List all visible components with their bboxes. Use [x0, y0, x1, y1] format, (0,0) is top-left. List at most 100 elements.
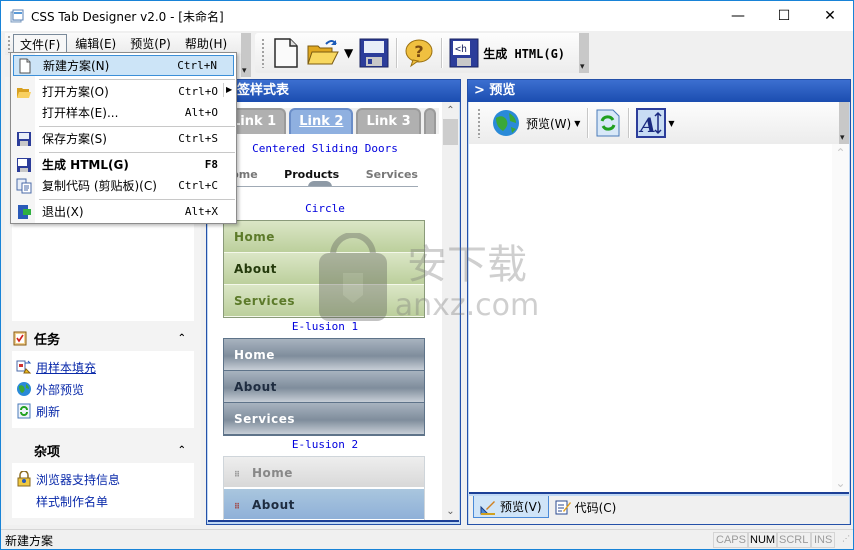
preview-scrollbar[interactable]: ⌃ ⌄ — [832, 144, 849, 492]
dropdown-arrow-icon[interactable]: ▼ — [668, 119, 674, 128]
num-indicator: NUM — [747, 532, 779, 548]
scroll-down-arrow-icon[interactable]: ⌄ — [442, 503, 459, 520]
style-gallery-scrollbar[interactable]: ⌃ ⌄ — [442, 102, 459, 520]
style-caption-elusion-2[interactable]: E-lusion 2 — [208, 438, 442, 451]
tasks-section-title: 任务 — [34, 332, 61, 348]
minimize-icon: — — [731, 8, 745, 24]
stack-item: Services — [224, 403, 424, 435]
menu-item-open-project[interactable]: 打开方案(O) Ctrl+O — [13, 81, 234, 102]
menu-item-open-sample[interactable]: 打开样本(E)... Alt+O — [13, 102, 234, 123]
browser-lock-icon — [17, 471, 31, 487]
clipboard-check-icon — [13, 331, 27, 346]
help-button[interactable]: ? — [401, 35, 437, 71]
caps-indicator: CAPS — [713, 532, 749, 548]
new-button[interactable] — [269, 35, 303, 71]
collapse-icon[interactable]: ⌃ — [178, 333, 186, 344]
task-link-label: 外部预览 — [36, 382, 85, 397]
preview-browser-button[interactable]: 预览(W) ▼ — [489, 105, 583, 141]
style-caption-circle[interactable]: Circle — [208, 202, 442, 215]
stack-item: Home — [224, 221, 424, 253]
menu-preview[interactable]: 预览(P) — [124, 34, 177, 54]
title-bar: CSS Tab Designer v2.0 - [未命名] — ☐ ✕ — [1, 1, 853, 31]
stack-item: ⠿ Home — [224, 457, 424, 489]
menu-separator — [39, 79, 235, 80]
misc-link-label: 浏览器支持信息 — [36, 472, 121, 487]
menubar-overflow-chevron[interactable] — [241, 33, 251, 77]
open-dropdown-arrow-icon[interactable]: ▼ — [344, 46, 353, 60]
scrollbar-thumb[interactable] — [443, 119, 458, 145]
stack-item: Services — [224, 285, 424, 317]
toolbar-separator — [396, 38, 398, 68]
elusion1-style-preview[interactable]: Home About Services — [223, 338, 425, 436]
close-button[interactable]: ✕ — [807, 1, 853, 31]
scroll-up-arrow-icon[interactable]: ⌃ — [442, 102, 459, 119]
circle-style-preview[interactable]: Home About Services — [223, 220, 425, 318]
tab-code-label: 代码(C) — [574, 500, 617, 515]
font-size-button[interactable]: A ▼ — [633, 105, 677, 141]
new-document-icon — [19, 58, 31, 73]
minimize-button[interactable]: — — [715, 1, 761, 31]
toolbar-overflow-chevron[interactable] — [839, 102, 849, 144]
tab-preview[interactable]: 预览(V) — [473, 496, 549, 518]
menu-item-save-project[interactable]: 保存方案(S) Ctrl+S — [13, 128, 234, 149]
misc-link-credits[interactable]: 样式制作名单 — [16, 490, 190, 512]
font-size-icon: A — [636, 108, 667, 138]
refresh-preview-button[interactable] — [592, 105, 624, 141]
maximize-button[interactable]: ☐ — [761, 1, 807, 31]
menu-separator — [39, 152, 235, 153]
menu-item-copy-code[interactable]: 复制代码 (剪贴板)(C) Ctrl+C — [13, 175, 234, 196]
generate-html-icon — [17, 157, 31, 172]
generate-html-icon: <h — [449, 38, 479, 68]
menu-edit[interactable]: 编辑(E) — [69, 34, 122, 54]
tab-code[interactable]: 代码(C) — [549, 496, 623, 518]
task-link-label: 用样本填充 — [36, 360, 97, 375]
open-folder-icon — [307, 40, 339, 65]
preview-toolbar: 预览(W) ▼ A ▼ — [469, 102, 849, 144]
save-button[interactable] — [356, 35, 392, 71]
file-menu-dropdown: 新建方案(N) Ctrl+N 打开方案(O) Ctrl+O 打开样本(E)...… — [10, 52, 237, 224]
toolbar-separator — [628, 108, 630, 138]
preview-area[interactable]: ⌃ ⌄ — [469, 144, 849, 494]
menu-help[interactable]: 帮助(H) — [179, 34, 233, 54]
style-list-panel: 签样式表 Link 1 Link 2 Link 3 Centered Slidi… — [206, 79, 461, 525]
toolbar-grip[interactable] — [477, 108, 481, 138]
toolbar-overflow-chevron[interactable] — [579, 33, 589, 73]
preview-panel-title: > 预览 — [468, 80, 850, 102]
style-caption-sliding-doors[interactable]: Centered Sliding Doors — [208, 142, 442, 155]
collapse-icon[interactable]: ⌃ — [178, 445, 186, 456]
preview-browser-label: 预览(W) — [526, 116, 572, 131]
menu-file[interactable]: 文件(F) — [13, 34, 68, 54]
app-icon — [10, 9, 24, 23]
task-link-external-preview[interactable]: 外部预览 — [16, 378, 190, 400]
scroll-up-arrow-icon[interactable]: ⌃ — [832, 146, 849, 160]
style-caption-elusion-1[interactable]: E-lusion 1 — [208, 320, 442, 333]
style-gallery[interactable]: Link 1 Link 2 Link 3 Centered Sliding Do… — [208, 102, 459, 522]
preview-view-tabs: 预览(V) 代码(C) — [469, 496, 849, 524]
save-disk-icon — [359, 38, 389, 68]
scroll-down-arrow-icon[interactable]: ⌄ — [832, 476, 849, 490]
menu-item-exit[interactable]: 退出(X) Alt+X — [13, 201, 234, 222]
sample-tabs-preview[interactable]: Link 1 Link 2 Link 3 — [222, 108, 439, 134]
main-toolbar: ▼ ? <h 生成 HTML(G) — [255, 33, 589, 73]
open-folder-icon — [17, 87, 31, 98]
toolbar-grip[interactable] — [261, 38, 265, 68]
menubar-grip[interactable] — [7, 35, 11, 53]
submenu-arrow-icon[interactable]: ▶ — [223, 83, 235, 97]
sliding-doors-preview[interactable]: Home Products Services — [222, 168, 418, 181]
task-link-refresh[interactable]: 刷新 — [16, 400, 190, 422]
menu-item-new-project[interactable]: 新建方案(N) Ctrl+N — [13, 55, 234, 76]
resize-grip-icon[interactable]: ⋰ — [842, 534, 850, 543]
sliding-doors-baseline — [222, 186, 418, 187]
generate-html-label: 生成 HTML(G) — [483, 46, 566, 61]
generate-html-button[interactable]: <h 生成 HTML(G) — [446, 35, 568, 71]
misc-link-browser-support[interactable]: 浏览器支持信息 — [16, 468, 190, 490]
elusion2-style-preview[interactable]: ⠿ Home ⠿ About — [223, 456, 425, 520]
misc-section-header[interactable]: 杂项 ⌃ — [12, 437, 194, 463]
sample-tab: Link 3 — [356, 108, 421, 134]
menu-item-generate-html[interactable]: 生成 HTML(G) F8 — [13, 154, 234, 175]
task-link-fill-sample[interactable]: 用样本填充 — [16, 356, 190, 378]
tasks-section-header[interactable]: 任务 ⌃ — [12, 325, 194, 351]
open-button[interactable]: ▼ — [303, 35, 356, 71]
help-icon: ? — [405, 39, 433, 68]
dropdown-arrow-icon[interactable]: ▼ — [574, 119, 580, 128]
